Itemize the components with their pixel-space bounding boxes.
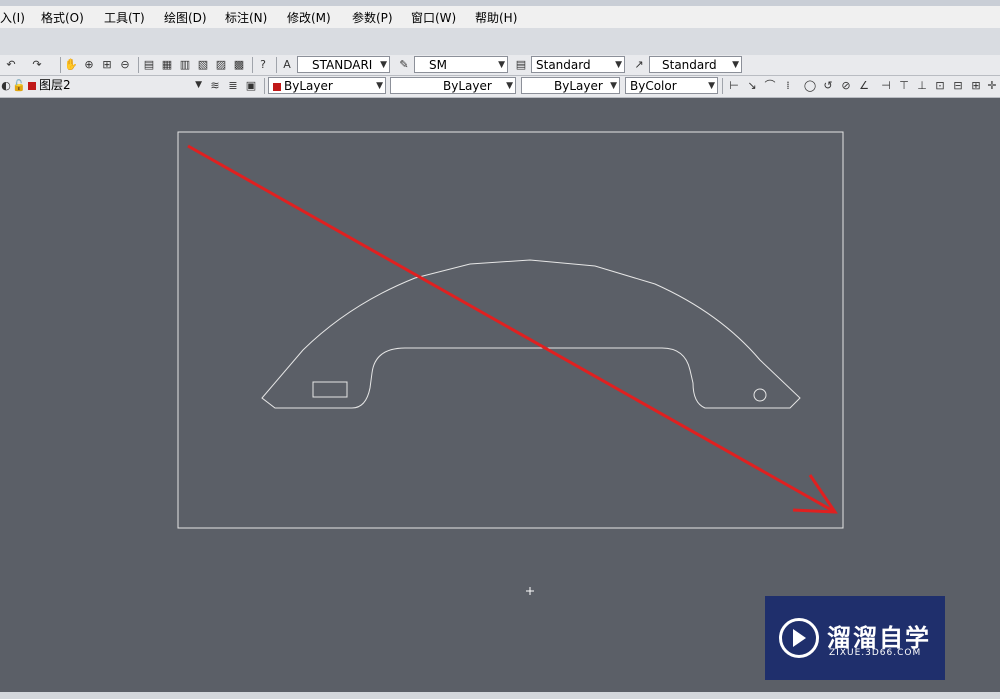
lock-icon[interactable]: 🔓 — [12, 78, 26, 93]
chevron-down-icon: ▼ — [380, 60, 387, 70]
make-current-layer-icon[interactable]: ≋ — [208, 78, 222, 93]
menu-draw[interactable]: 绘图(D) — [164, 9, 207, 26]
menu-bar: 入(I) 格式(O) 工具(T) 绘图(D) 标注(N) 修改(M) 参数(P)… — [0, 6, 1000, 28]
multileader-style-value: Standard — [662, 58, 717, 72]
hole-circle — [753, 388, 767, 402]
menu-help[interactable]: 帮助(H) — [475, 9, 517, 26]
layer-state-icon[interactable]: ◐ — [0, 78, 12, 93]
plot-style-dropdown[interactable]: ByColor ▼ — [625, 77, 718, 94]
continue-dimension-icon[interactable]: ⊥ — [915, 78, 929, 93]
toolbar-separator — [60, 57, 61, 73]
linetype-dropdown[interactable]: ByLayer ▼ — [390, 77, 516, 94]
properties-icon[interactable]: ▤ — [142, 57, 156, 72]
layer-dropdown[interactable]: 图层2 ▼ — [24, 77, 204, 94]
standard-styles-toolbar: ↶ ↷ ✋ ⊕ ⊞ ⊖ ▤ ▦ ▥ ▧ ▨ ▩ ? A STANDARI ▼ ✎… — [0, 55, 1000, 76]
slot-cutout — [312, 381, 348, 398]
chevron-down-icon: ▼ — [506, 81, 513, 91]
text-style-value: STANDARI — [312, 58, 373, 72]
menu-parameters[interactable]: 参数(P) — [352, 9, 393, 26]
quick-dimension-icon[interactable]: ⊣ — [879, 78, 893, 93]
dimension-break-icon[interactable]: ⊟ — [951, 78, 965, 93]
redo-icon[interactable]: ↷ — [30, 57, 44, 72]
sheet-set-icon[interactable]: ▧ — [196, 57, 210, 72]
help-icon[interactable]: ? — [256, 57, 270, 72]
status-strip — [0, 692, 1000, 699]
dim-style-value: SM — [429, 58, 447, 72]
menu-tools[interactable]: 工具(T) — [104, 9, 145, 26]
toolbar-separator — [264, 78, 265, 94]
watermark-logo: 溜溜自学 ZIXUE.3D66.COM — [765, 596, 945, 680]
multileader-style-dropdown[interactable]: Standard ▼ — [649, 56, 742, 73]
chevron-down-icon: ▼ — [498, 60, 505, 70]
toolbar-separator — [138, 57, 139, 73]
undo-icon[interactable]: ↶ — [4, 57, 18, 72]
calculator-icon[interactable]: ▩ — [232, 57, 246, 72]
color-value: ByLayer — [284, 79, 333, 93]
toolbar-separator — [276, 57, 277, 73]
table-style-icon[interactable]: ▤ — [514, 57, 528, 72]
handle-part-outline — [261, 259, 801, 409]
menu-format[interactable]: 格式(O) — [41, 9, 84, 26]
menu-dimension[interactable]: 标注(N) — [225, 9, 267, 26]
layer-color-swatch — [28, 81, 36, 90]
arc-length-icon[interactable]: ⌒ — [763, 78, 777, 93]
ordinate-dimension-icon[interactable]: ⁞ — [781, 78, 795, 93]
play-icon — [793, 629, 806, 647]
tolerance-icon[interactable]: ⊞ — [969, 78, 983, 93]
chevron-down-icon: ▼ — [376, 81, 383, 91]
design-center-icon[interactable]: ▦ — [160, 57, 174, 72]
chevron-down-icon: ▼ — [615, 60, 622, 70]
baseline-dimension-icon[interactable]: ⊤ — [897, 78, 911, 93]
pan-icon[interactable]: ✋ — [64, 57, 78, 72]
menu-insert[interactable]: 入(I) — [0, 9, 25, 26]
ribbon-area — [0, 28, 1000, 56]
angular-dimension-icon[interactable]: ∠ — [857, 78, 871, 93]
tool-palettes-icon[interactable]: ▥ — [178, 57, 192, 72]
dim-style-icon[interactable]: ✎ — [397, 57, 411, 72]
jogged-dimension-icon[interactable]: ↺ — [821, 78, 835, 93]
lineweight-value: ByLayer — [554, 79, 603, 93]
watermark-url: ZIXUE.3D66.COM — [829, 648, 922, 658]
color-swatch — [273, 82, 281, 91]
annotation-arrow-shaft — [187, 144, 836, 514]
multileader-style-icon[interactable]: ↗ — [632, 57, 646, 72]
radius-dimension-icon[interactable]: ◯ — [803, 78, 817, 93]
dim-style-dropdown[interactable]: SM ▼ — [414, 56, 508, 73]
toolbar-separator — [252, 57, 253, 73]
layer-name: 图层2 — [39, 78, 71, 92]
zoom-window-icon[interactable]: ⊞ — [100, 57, 114, 72]
diameter-dimension-icon[interactable]: ⊘ — [839, 78, 853, 93]
chevron-down-icon: ▼ — [708, 81, 715, 91]
dimension-space-icon[interactable]: ⊡ — [933, 78, 947, 93]
text-style-icon[interactable]: A — [280, 57, 294, 72]
layers-properties-toolbar: ◐ 🔓 图层2 ▼ ≋ ≣ ▣ ByLayer ▼ ByLayer ▼ ByLa… — [0, 76, 1000, 98]
text-style-dropdown[interactable]: STANDARI ▼ — [297, 56, 390, 73]
table-style-dropdown[interactable]: Standard ▼ — [531, 56, 625, 73]
aligned-dimension-icon[interactable]: ↘ — [745, 78, 759, 93]
markup-icon[interactable]: ▨ — [214, 57, 228, 72]
menu-window[interactable]: 窗口(W) — [411, 9, 456, 26]
toolbar-separator — [722, 78, 723, 94]
zoom-realtime-icon[interactable]: ⊕ — [82, 57, 96, 72]
layer-previous-icon[interactable]: ≣ — [226, 78, 240, 93]
linetype-value: ByLayer — [443, 79, 492, 93]
plot-style-value: ByColor — [630, 79, 677, 93]
menu-modify[interactable]: 修改(M) — [287, 9, 331, 26]
table-style-value: Standard — [536, 58, 591, 72]
center-mark-icon[interactable]: ✛ — [985, 78, 999, 93]
color-dropdown[interactable]: ByLayer ▼ — [268, 77, 386, 94]
chevron-down-icon: ▼ — [195, 80, 202, 90]
zoom-previous-icon[interactable]: ⊖ — [118, 57, 132, 72]
layer-manager-icon[interactable]: ▣ — [244, 78, 258, 93]
lineweight-dropdown[interactable]: ByLayer ▼ — [521, 77, 620, 94]
chevron-down-icon: ▼ — [610, 81, 617, 91]
chevron-down-icon: ▼ — [732, 60, 739, 70]
linear-dimension-icon[interactable]: ⊢ — [727, 78, 741, 93]
